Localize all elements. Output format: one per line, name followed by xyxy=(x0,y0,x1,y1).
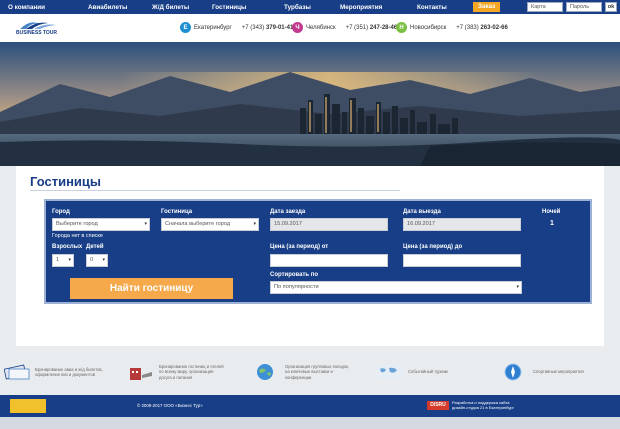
site-header: BUSINESS TOUR Е Екатеринбург +7 (343) 37… xyxy=(0,14,620,42)
city-missing-hint[interactable]: Города нет в списке xyxy=(52,233,103,239)
copyright-text: © 2008-2017 ООО «Бизнес Тур» xyxy=(137,403,203,408)
city-name: Челябинск xyxy=(306,24,336,31)
sort-label: Сортировать по xyxy=(270,272,319,278)
nav-item-trains[interactable]: Ж/Д билеты xyxy=(152,4,189,11)
nav-item-contacts[interactable]: Контакты xyxy=(417,4,447,11)
checkout-date-field[interactable]: 16.09.2017 xyxy=(403,218,521,231)
city-select[interactable]: Выберите город ▾ xyxy=(52,218,150,231)
logo[interactable]: BUSINESS TOUR xyxy=(16,19,60,39)
map-icon xyxy=(377,365,403,379)
city-phone: +7 (343) 379-01-41 xyxy=(241,24,294,31)
price-from-input[interactable] xyxy=(270,254,388,267)
checkout-label: Дата выезда xyxy=(403,209,441,215)
counter-badge-icon[interactable] xyxy=(10,399,46,413)
adults-select[interactable]: 1 ▾ xyxy=(52,254,74,267)
globe-icon xyxy=(257,364,273,380)
price-to-label: Цена (за период) до xyxy=(403,244,463,250)
feature-groups[interactable]: Организация групповых поездок, на ключев… xyxy=(254,352,353,392)
chevron-down-icon: ▾ xyxy=(253,221,256,227)
city-badge-icon: Е xyxy=(180,22,191,33)
bottom-strip xyxy=(0,417,620,429)
features-strip: Бронирование авиа и ж/д билетов, оформле… xyxy=(0,352,620,392)
content-card: Гостиницы Город Выберите город ▾ Города н… xyxy=(16,166,604,346)
nav-item-camps[interactable]: Турбазы xyxy=(284,4,311,11)
city-chelyabinsk: Ч Челябинск +7 (351) 247-28-46 xyxy=(292,22,397,33)
nights-value: 1 xyxy=(550,220,554,227)
city-phone: +7 (351) 247-28-46 xyxy=(345,24,398,31)
nav-item-flights[interactable]: Авиабилеты xyxy=(88,4,127,11)
page-title: Гостиницы xyxy=(30,174,102,189)
chevron-down-icon: ▾ xyxy=(516,284,519,290)
city-badge-icon: Ч xyxy=(292,22,303,33)
tickets-icon xyxy=(4,364,30,380)
feature-text: Событийный туризм xyxy=(408,369,448,375)
sort-select[interactable]: По популярности ▾ xyxy=(270,281,522,294)
adults-label: Взрослых xyxy=(52,244,83,250)
city-novosibirsk: Н Новосибирск +7 (383) 263-02-66 xyxy=(396,22,508,33)
nights-label: Ночей xyxy=(542,209,561,215)
feature-text: Бронирование гостиниц и отелей по всему … xyxy=(159,363,224,380)
login-field[interactable]: Карта xyxy=(527,2,563,12)
feature-event-tourism[interactable]: Событийный туризм xyxy=(377,352,476,392)
feature-tickets[interactable]: Бронирование авиа и ж/д билетов, оформле… xyxy=(4,352,103,392)
feature-text: Бронирование авиа и ж/д билетов, оформле… xyxy=(35,366,103,378)
hotel-label: Гостиница xyxy=(161,209,193,215)
price-from-label: Цена (за период) от xyxy=(270,244,329,250)
hotel-select[interactable]: Сначала выберите город ▾ xyxy=(161,218,259,231)
hotel-icon xyxy=(130,368,152,380)
checkin-label: Дата заезда xyxy=(270,209,306,215)
nav-item-hotels[interactable]: Гостиницы xyxy=(212,4,246,11)
title-divider xyxy=(30,190,400,191)
find-hotel-button[interactable]: Найти гостиницу xyxy=(70,278,233,299)
hero-banner xyxy=(0,42,620,166)
city-name: Новосибирск xyxy=(410,24,447,31)
order-button[interactable]: Заказ xyxy=(473,2,501,12)
logo-text: BUSINESS TOUR xyxy=(16,30,58,36)
hotel-search-panel: Город Выберите город ▾ Города нет в списк… xyxy=(44,199,592,304)
developer-text: Разработка и поддержка сайта дизайн-студ… xyxy=(452,400,514,410)
chevron-down-icon: ▾ xyxy=(144,221,147,227)
checkin-date-field[interactable]: 15.09.2017 xyxy=(270,218,388,231)
nav-item-about[interactable]: О компании xyxy=(8,4,45,11)
footer: © 2008-2017 ООО «Бизнес Тур» DISRU Разра… xyxy=(0,395,620,417)
login-ok-button[interactable]: ok xyxy=(605,2,617,12)
feature-sport-events[interactable]: Спортивные мероприятия xyxy=(502,352,601,392)
children-select[interactable]: 0 ▾ xyxy=(86,254,108,267)
feature-hotels[interactable]: Бронирование гостиниц и отелей по всему … xyxy=(128,352,227,392)
city-skyline-image xyxy=(0,42,620,166)
feature-text: Спортивные мероприятия xyxy=(533,369,584,375)
city-name: Екатеринбург xyxy=(194,24,232,31)
compass-icon xyxy=(504,363,522,381)
nav-item-events[interactable]: Мероприятия xyxy=(340,4,382,11)
chevron-down-icon: ▾ xyxy=(68,257,71,263)
city-phone: +7 (383) 263-02-66 xyxy=(456,24,508,31)
chevron-down-icon: ▾ xyxy=(102,257,105,263)
password-field[interactable]: Пароль xyxy=(566,2,602,12)
developer-logo[interactable]: DISRU xyxy=(427,401,449,410)
city-ekaterinburg: Е Екатеринбург +7 (343) 379-01-41 xyxy=(180,22,293,33)
top-navigation: О компании Авиабилеты Ж/Д билеты Гостини… xyxy=(0,0,620,14)
logo-wings-icon xyxy=(20,22,56,29)
city-badge-icon: Н xyxy=(396,22,407,33)
children-label: Детей xyxy=(86,244,104,250)
price-to-input[interactable] xyxy=(403,254,521,267)
feature-text: Организация групповых поездок, на ключев… xyxy=(285,363,350,380)
city-label: Город xyxy=(52,209,70,215)
